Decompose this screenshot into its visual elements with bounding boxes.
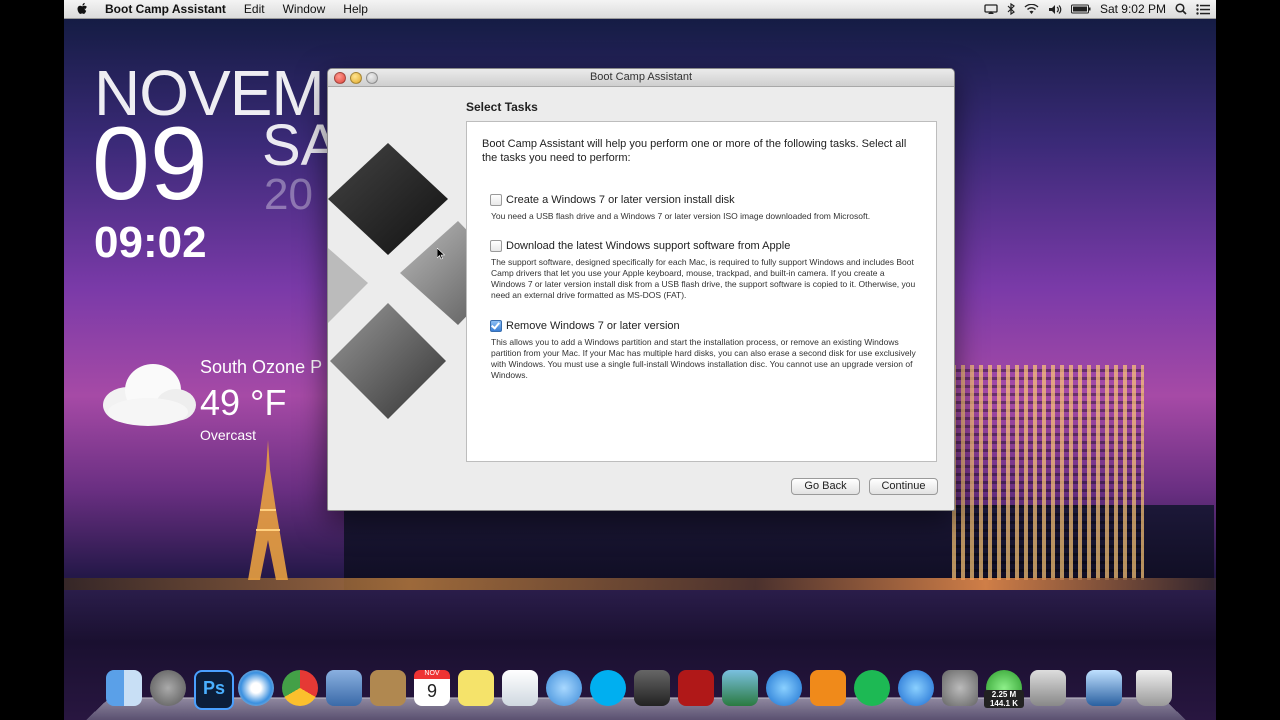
create-install-disk-checkbox[interactable] xyxy=(490,194,502,206)
finder-icon[interactable] xyxy=(106,670,142,706)
menu-app-name[interactable]: Boot Camp Assistant xyxy=(96,0,235,18)
option-label[interactable]: Remove Windows 7 or later version xyxy=(506,320,680,332)
menu-help[interactable]: Help xyxy=(334,0,377,18)
option-label[interactable]: Download the latest Windows support soft… xyxy=(506,240,790,252)
download-support-software-checkbox[interactable] xyxy=(490,240,502,252)
window-titlebar[interactable]: Boot Camp Assistant xyxy=(328,69,954,87)
option-download-support-software: Download the latest Windows support soft… xyxy=(490,240,920,301)
photo-booth-icon[interactable] xyxy=(678,670,714,706)
iphoto-icon[interactable] xyxy=(722,670,758,706)
menu-window[interactable]: Window xyxy=(274,0,335,18)
notification-center-icon[interactable] xyxy=(1196,3,1210,15)
boot-camp-window: Boot Camp Assistant Select Tasks Boot Ca… xyxy=(327,68,955,511)
boot-camp-logo-icon xyxy=(328,143,468,419)
mail-icon[interactable] xyxy=(326,670,362,706)
go-back-button[interactable]: Go Back xyxy=(791,478,860,495)
skype-icon[interactable] xyxy=(590,670,626,706)
option-remove-windows: Remove Windows 7 or later version This a… xyxy=(490,320,920,381)
downloads-stack-icon[interactable] xyxy=(1086,670,1122,706)
net-down-value: 144.1 K xyxy=(989,699,1019,708)
widget-day: 09 xyxy=(92,106,208,222)
menu-clock[interactable]: Sat 9:02 PM xyxy=(1100,2,1166,16)
facetime-icon[interactable] xyxy=(634,670,670,706)
dock: Ps NOV 9 2.25 M 144.1 K xyxy=(86,668,1186,720)
safari-icon[interactable] xyxy=(238,670,274,706)
widget-year: 20 xyxy=(264,170,313,219)
contacts-icon[interactable] xyxy=(370,670,406,706)
option-description: You need a USB flash drive and a Windows… xyxy=(491,211,871,221)
volume-icon[interactable] xyxy=(1048,4,1062,15)
messages-icon[interactable] xyxy=(546,670,582,706)
apple-menu-icon[interactable] xyxy=(76,2,88,16)
net-up-value: 2.25 M xyxy=(991,690,1017,699)
menu-edit[interactable]: Edit xyxy=(235,0,274,18)
option-description: The support software, designed specifica… xyxy=(491,257,916,300)
option-description: This allows you to add a Windows partiti… xyxy=(491,337,916,380)
preview-icon[interactable] xyxy=(502,670,538,706)
network-speed-readout: 2.25 M 144.1 K xyxy=(984,690,1024,708)
chrome-icon[interactable] xyxy=(282,670,318,706)
calendar-day: 9 xyxy=(426,681,437,701)
calendar-icon[interactable]: NOV 9 xyxy=(414,670,450,706)
itunes-icon[interactable] xyxy=(766,670,802,706)
option-create-install-disk: Create a Windows 7 or later version inst… xyxy=(490,194,920,222)
eiffel-tower-icon xyxy=(248,440,288,580)
lit-building xyxy=(952,365,1144,580)
weather-location: South Ozone P xyxy=(200,357,323,377)
system-preferences-icon[interactable] xyxy=(942,670,978,706)
remove-windows-checkbox[interactable] xyxy=(490,320,502,332)
cloud-icon xyxy=(103,364,196,426)
task-panel: Boot Camp Assistant will help you perfor… xyxy=(466,121,937,462)
close-button[interactable] xyxy=(334,72,346,84)
ibooks-icon[interactable] xyxy=(810,670,846,706)
photoshop-icon[interactable]: Ps xyxy=(194,670,234,710)
wifi-icon[interactable] xyxy=(1024,3,1039,15)
screen: Boot Camp Assistant Edit Window Help Sat… xyxy=(64,0,1216,720)
window-title: Boot Camp Assistant xyxy=(589,71,693,83)
airplay-icon[interactable] xyxy=(984,3,998,15)
spotify-icon[interactable] xyxy=(854,670,890,706)
section-title: Select Tasks xyxy=(466,100,538,114)
zoom-button[interactable] xyxy=(366,72,378,84)
app-store-icon[interactable] xyxy=(898,670,934,706)
weather-condition: Overcast xyxy=(200,427,257,443)
minimize-button[interactable] xyxy=(350,72,362,84)
battery-icon[interactable] xyxy=(1070,4,1091,14)
launchpad-icon[interactable] xyxy=(150,670,186,706)
bootcamp-icon[interactable] xyxy=(1030,670,1066,706)
spotlight-search-icon[interactable] xyxy=(1175,3,1187,15)
weather-temperature: 49 °F xyxy=(200,382,287,423)
menu-extras: Sat 9:02 PM xyxy=(984,0,1210,18)
mouse-pointer-icon xyxy=(437,248,445,260)
widget-time: 09:02 xyxy=(94,218,207,267)
window-controls xyxy=(334,72,378,84)
bluetooth-icon[interactable] xyxy=(1007,3,1015,15)
calendar-month: NOV xyxy=(414,670,450,679)
intro-text: Boot Camp Assistant will help you perfor… xyxy=(482,138,907,164)
continue-button[interactable]: Continue xyxy=(869,478,938,495)
menu-bar: Boot Camp Assistant Edit Window Help Sat… xyxy=(64,0,1216,19)
trash-icon[interactable] xyxy=(1136,670,1172,706)
option-label[interactable]: Create a Windows 7 or later version inst… xyxy=(506,194,735,206)
notes-icon[interactable] xyxy=(458,670,494,706)
